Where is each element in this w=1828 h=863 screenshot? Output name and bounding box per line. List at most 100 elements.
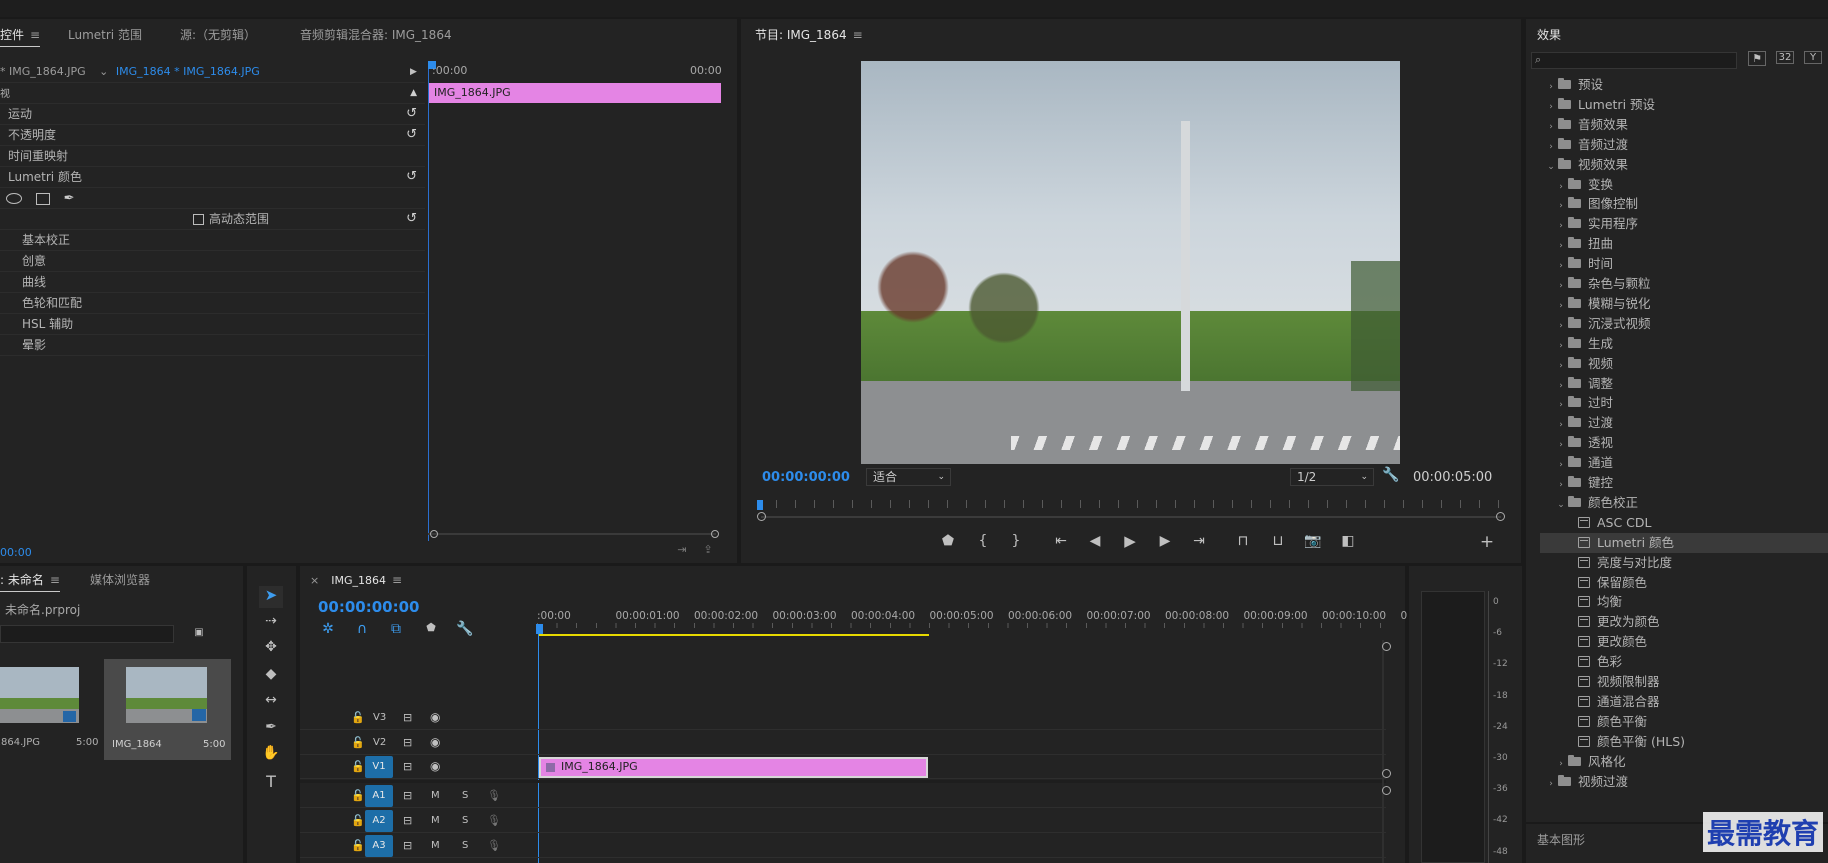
lock-icon[interactable]: 🔓 (351, 789, 365, 802)
effect-item[interactable]: 均衡 (1540, 592, 1828, 612)
lift-icon[interactable]: ⊓ (1233, 533, 1253, 549)
selection-tool-icon[interactable]: ➤ (259, 586, 283, 608)
effect-row-opacity[interactable]: 不透明度 ↺ (0, 125, 425, 146)
lumetri-vignette[interactable]: 晕影 (0, 335, 425, 356)
program-ruler[interactable] (757, 500, 1503, 508)
sync-lock-icon[interactable]: ⊟ (403, 736, 412, 749)
32bit-effects-icon[interactable]: 32 (1776, 51, 1794, 64)
bin-icon[interactable]: ▣ (191, 627, 207, 638)
eye-icon[interactable]: ◉ (430, 759, 440, 773)
step-back-icon[interactable]: ◀ (1086, 533, 1104, 549)
reset-icon[interactable]: ↺ (406, 125, 417, 145)
mute-button[interactable]: M (431, 815, 440, 826)
tab-source[interactable]: 源:（无剪辑） (180, 26, 256, 43)
step-forward-icon[interactable]: ▶ (1156, 533, 1174, 549)
sequence-clip-label[interactable]: IMG_1864 * IMG_1864.JPG (116, 65, 260, 78)
rect-mask-icon[interactable] (35, 192, 50, 205)
effect-item[interactable]: 通道混合器 (1540, 692, 1828, 712)
reset-icon[interactable]: ↺ (406, 104, 417, 124)
hdr-checkbox[interactable] (193, 214, 204, 225)
track-target[interactable]: V1 (365, 756, 393, 778)
sync-lock-icon[interactable]: ⊟ (403, 814, 412, 827)
source-clip-label[interactable]: * IMG_1864.JPG (0, 65, 86, 78)
sync-lock-icon[interactable]: ⊟ (403, 711, 412, 724)
effect-row-lumetri[interactable]: Lumetri 颜色 ↺ (0, 167, 425, 188)
effects-folder[interactable]: › 过渡 (1540, 413, 1828, 433)
lock-icon[interactable]: 🔓 (351, 839, 365, 852)
type-tool-icon[interactable]: T (259, 772, 283, 791)
lock-icon[interactable]: 🔓 (351, 814, 365, 827)
solo-button[interactable]: S (462, 840, 468, 851)
program-zoom-bar[interactable] (761, 516, 1501, 518)
effects-folder[interactable]: › 透视 (1540, 433, 1828, 453)
effects-search-input[interactable]: ⌕ (1531, 52, 1737, 69)
track-select-tool-icon[interactable]: ⇢ (259, 613, 283, 629)
wrench-icon[interactable]: 🔧 (1382, 467, 1399, 483)
lumetri-hsl[interactable]: HSL 辅助 (0, 314, 425, 335)
effects-folder[interactable]: › 实用程序 (1540, 214, 1828, 234)
sync-lock-icon[interactable]: ⊟ (403, 789, 412, 802)
work-area-bar[interactable] (538, 634, 929, 636)
program-video-frame[interactable] (861, 61, 1400, 464)
effects-title[interactable]: 效果 (1537, 26, 1561, 43)
ec-scroll-handle-left[interactable] (430, 530, 438, 538)
lumetri-color-wheels[interactable]: 色轮和匹配 (0, 293, 425, 314)
close-icon[interactable]: × (310, 574, 319, 587)
tab-media-browser[interactable]: 媒体浏览器 (90, 571, 150, 588)
mute-button[interactable]: M (431, 790, 440, 801)
effect-row-motion[interactable]: 运动 ↺ (0, 104, 425, 125)
vscroll-handle-bottom[interactable] (1382, 786, 1391, 795)
essential-graphics-title[interactable]: 基本图形 (1537, 831, 1585, 848)
tab-project[interactable]: : 未命名 ≡ (0, 571, 60, 592)
lock-icon[interactable]: 🔓 (351, 760, 365, 773)
ruler-ticks[interactable] (537, 623, 1382, 628)
tab-effect-controls[interactable]: 控件 ≡ (0, 26, 41, 47)
mute-button[interactable]: M (431, 840, 440, 851)
effect-item[interactable]: 视频限制器 (1540, 672, 1828, 692)
mic-icon[interactable]: 🎙 (487, 839, 501, 852)
effects-folder[interactable]: › 调整 (1540, 374, 1828, 394)
play-triangle-icon[interactable]: ▶ (410, 61, 417, 83)
effects-folder[interactable]: › 沉浸式视频 (1540, 314, 1828, 334)
project-item-selected[interactable]: IMG_1864 5:00 (104, 659, 231, 760)
effects-folder[interactable]: › 通道 (1540, 453, 1828, 473)
effects-folder[interactable]: › 模糊与锐化 (1540, 294, 1828, 314)
reset-icon[interactable]: ↺ (406, 209, 417, 229)
add-marker-icon[interactable]: ⬟ (940, 533, 956, 549)
mark-in-icon[interactable]: { (975, 533, 991, 549)
yuv-effects-icon[interactable]: Y (1804, 51, 1822, 64)
timeline-clip-v1[interactable]: IMG_1864.JPG (539, 757, 928, 778)
track-row-v2[interactable]: 🔓 V2 ⊟ ◉ (300, 731, 1386, 755)
effects-folder[interactable]: › 视频过渡 (1540, 772, 1828, 792)
chevron-right-icon[interactable]: › (1544, 774, 1558, 794)
program-monitor-title[interactable]: 节目: IMG_1864 ≡ (755, 26, 863, 43)
eye-icon[interactable]: ◉ (430, 710, 440, 724)
effects-folder[interactable]: › 预设 (1540, 75, 1828, 95)
compare-icon[interactable]: ◧ (1338, 533, 1358, 549)
effects-folder[interactable]: › 音频过渡 (1540, 135, 1828, 155)
effects-folder[interactable]: › 音频效果 (1540, 115, 1828, 135)
ellipse-mask-icon[interactable] (6, 193, 22, 204)
pen-mask-icon[interactable]: ✒ (64, 189, 75, 209)
hand-tool-icon[interactable]: ✋ (259, 745, 283, 761)
chevron-down-icon[interactable]: ⌄ (99, 65, 108, 78)
slip-tool-icon[interactable]: ↔ (259, 692, 283, 708)
track-row-a2[interactable]: 🔓 A2 ⊟ M S 🎙 (300, 809, 1386, 833)
effects-folder[interactable]: › 风格化 (1540, 752, 1828, 772)
extract-icon[interactable]: ⊔ (1268, 533, 1288, 549)
lock-icon[interactable]: 🔓 (351, 736, 365, 749)
effects-folder[interactable]: ⌄ 颜色校正 (1540, 493, 1828, 513)
go-to-in-icon[interactable]: ⇤ (1052, 533, 1070, 549)
mic-icon[interactable]: 🎙 (487, 814, 501, 827)
effects-folder[interactable]: › 扭曲 (1540, 234, 1828, 254)
ripple-edit-tool-icon[interactable]: ✥ (259, 639, 283, 655)
accelerated-effects-icon[interactable]: ⚑ (1748, 51, 1766, 66)
timeline-vscroll[interactable] (1382, 640, 1384, 863)
effect-item[interactable]: 颜色平衡 (1540, 712, 1828, 732)
filter-icon[interactable]: ⇥ (674, 543, 690, 556)
pen-tool-icon[interactable]: ✒ (259, 719, 283, 735)
effects-folder[interactable]: › 视频 (1540, 354, 1828, 374)
quality-dropdown[interactable]: 1/2 ⌄ (1290, 468, 1374, 486)
ec-scrollbar[interactable] (428, 533, 716, 535)
eye-icon[interactable]: ◉ (430, 735, 440, 749)
